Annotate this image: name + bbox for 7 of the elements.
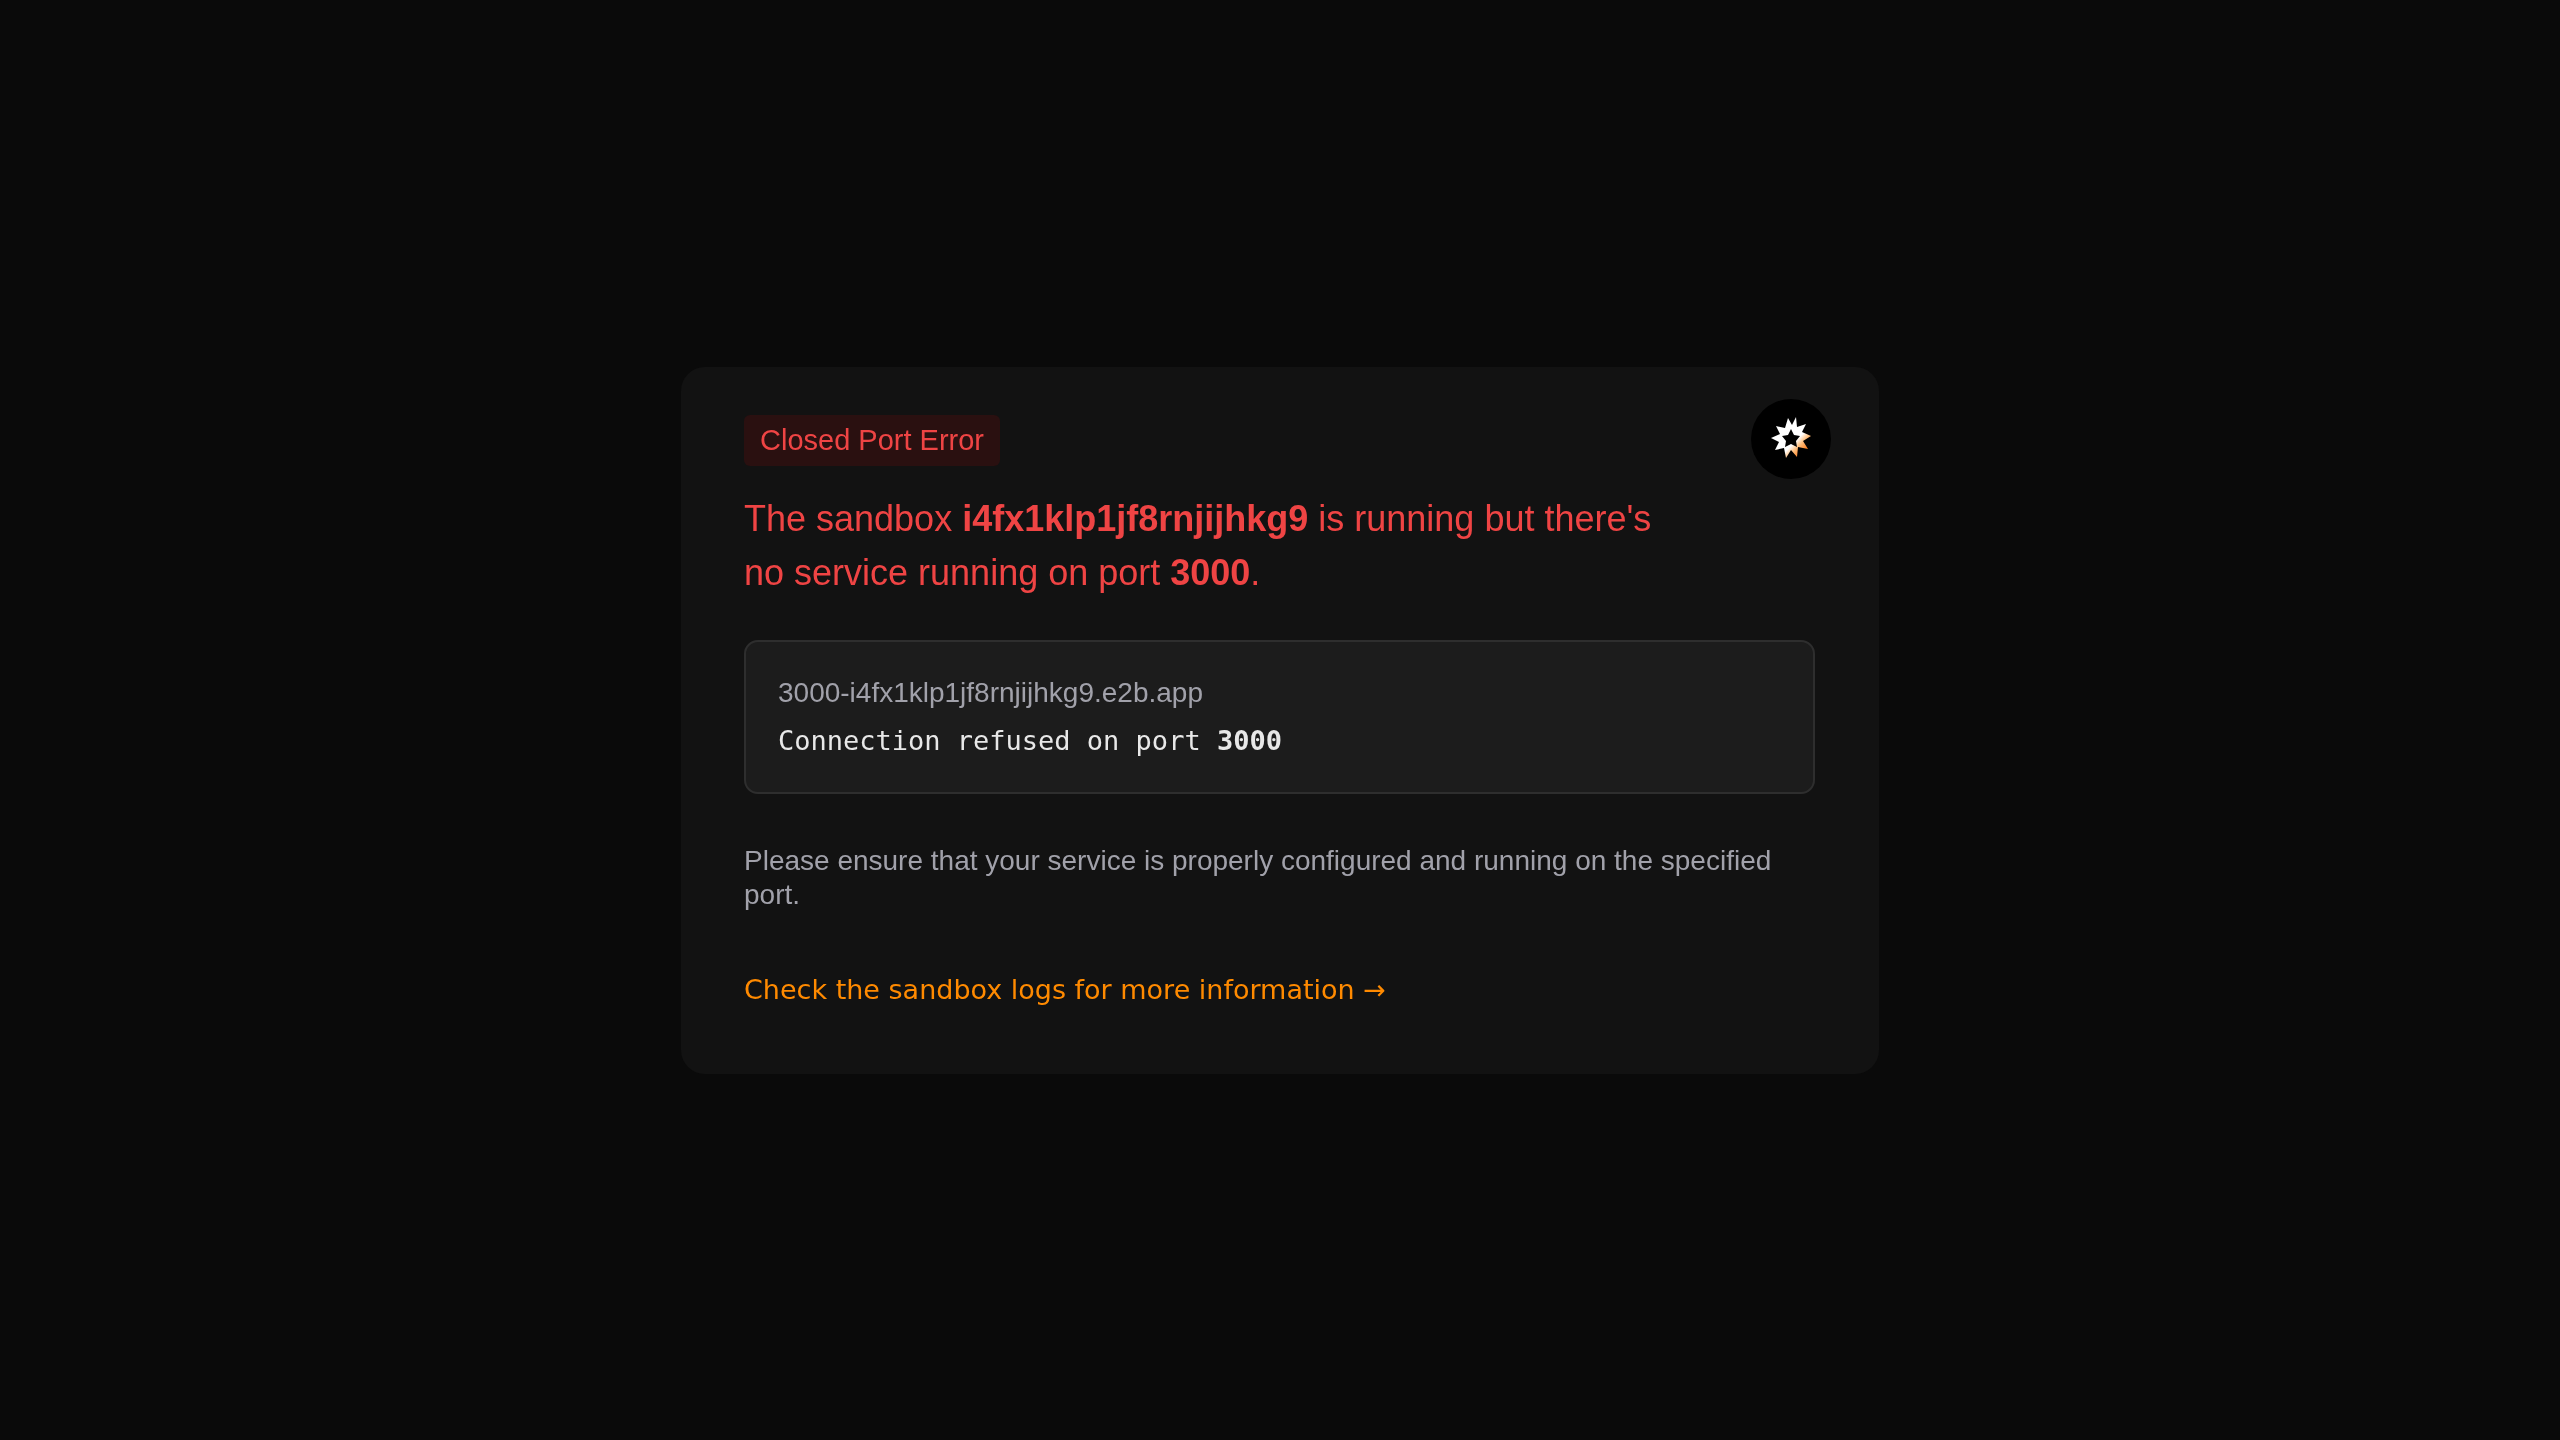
starburst-icon [1751, 398, 1831, 479]
hint-text: Please ensure that your service is properly configured and running on the specified port. [744, 843, 1773, 912]
error-badge: Closed Port Error [744, 414, 1000, 466]
host-url: 3000-i4fx1klp1jf8rnjijhkg9.e2b.app [778, 675, 1204, 710]
error-output: Connection refused on port 3000 [778, 723, 1283, 758]
error-message: The sandbox i4fx1klp1jf8rnjijhkg9 is running but there's no service running on port 3000. [744, 496, 1653, 595]
logs-link[interactable]: Check the sandbox logs for more information → [744, 971, 1386, 1008]
